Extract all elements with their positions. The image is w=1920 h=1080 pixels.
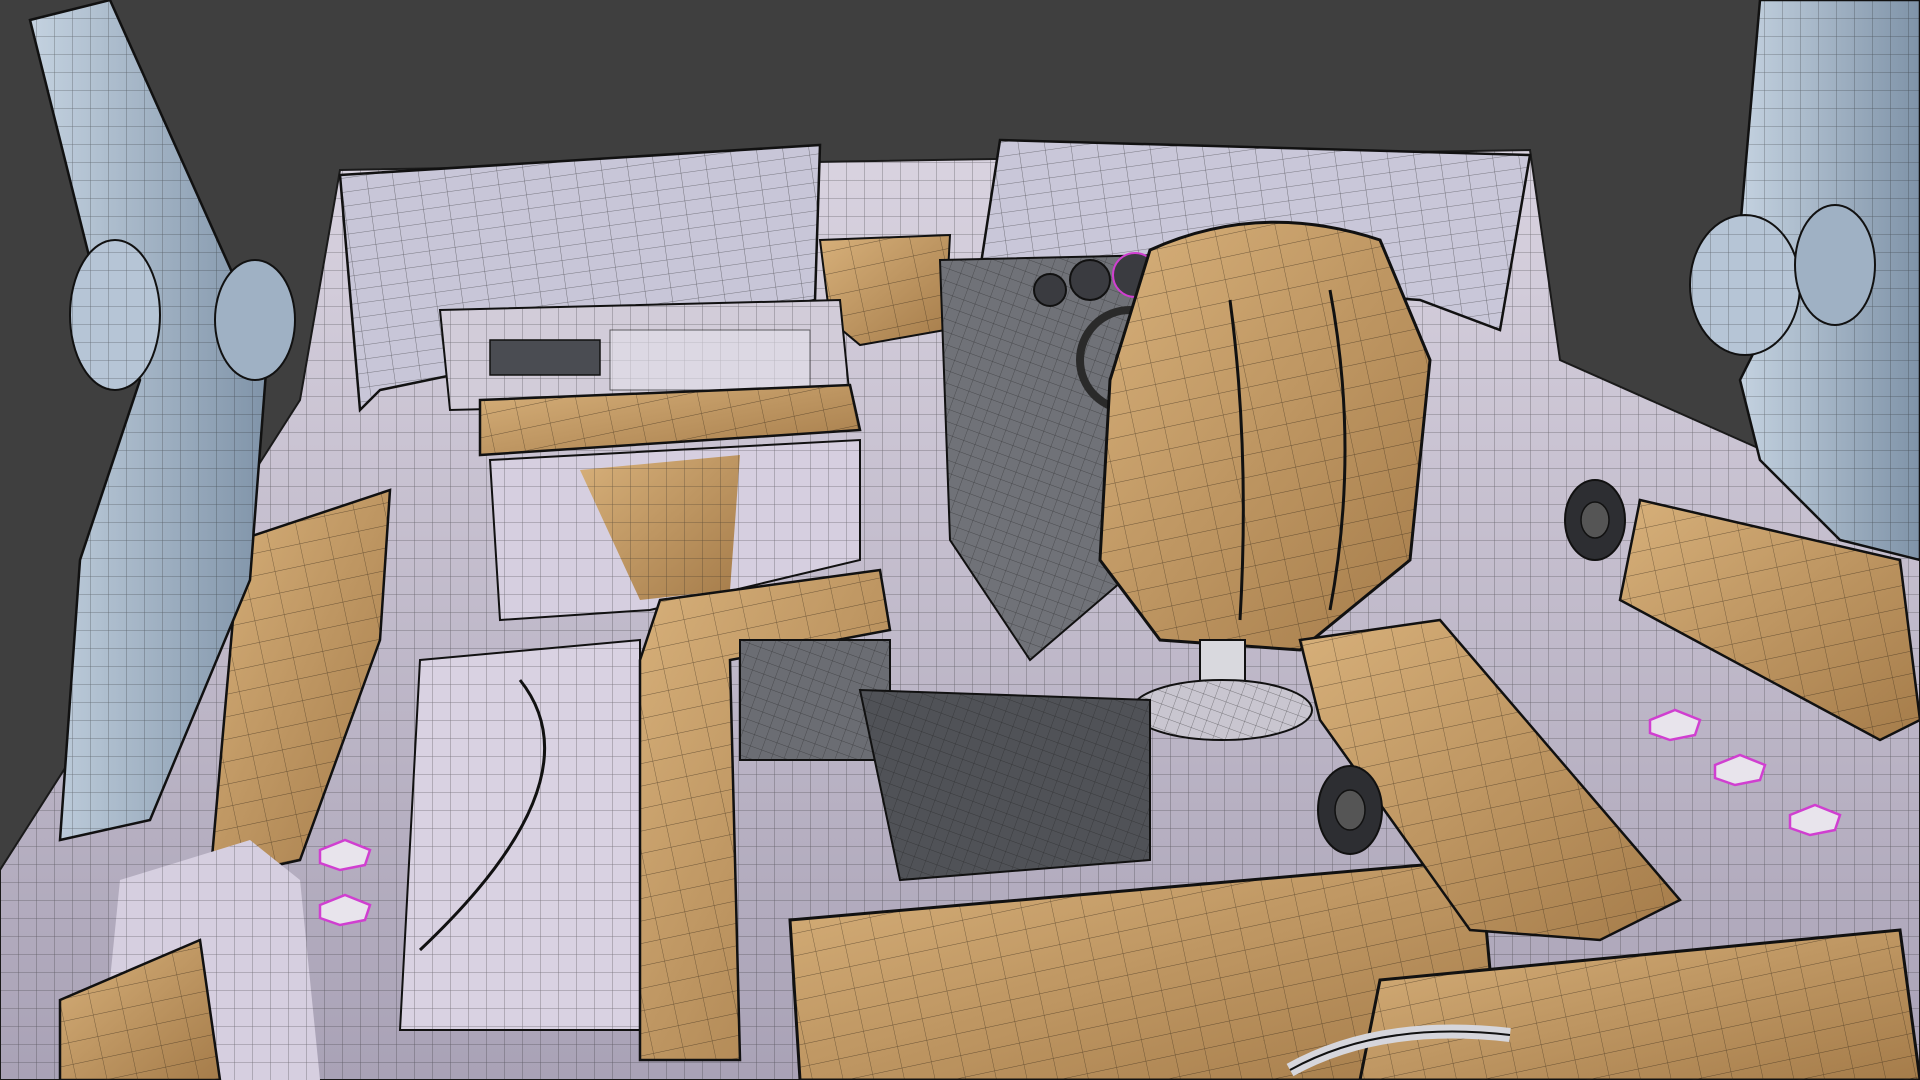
boat-interior-wireframe-render	[0, 0, 1920, 1080]
3d-viewport[interactable]	[0, 0, 1920, 1080]
engine-hatch	[858, 688, 1151, 882]
port-seat-cushion	[398, 638, 641, 1031]
stereo-panel	[489, 339, 601, 376]
